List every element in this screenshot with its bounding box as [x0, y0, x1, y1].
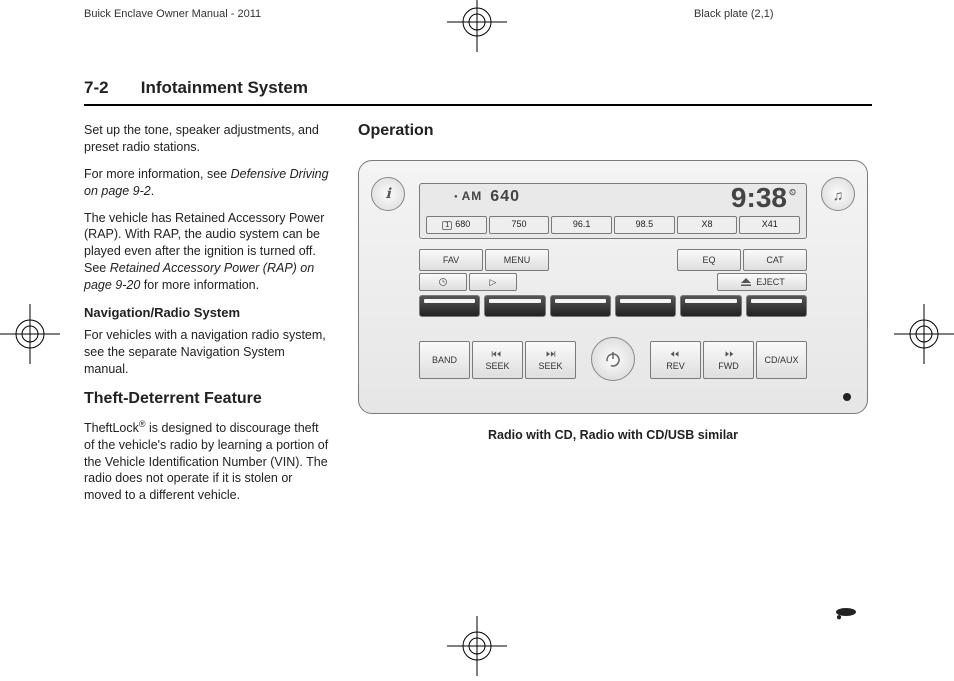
- paragraph-defensive: For more information, see Defensive Driv…: [84, 166, 332, 200]
- preset-button-6: [746, 295, 807, 317]
- band-button: BAND: [419, 341, 470, 379]
- tone-knob: ♫: [821, 177, 855, 211]
- preset-6: X41: [739, 216, 800, 234]
- button-row-1: FAV MENU EQ CAT: [419, 249, 807, 271]
- preset-5: X8: [677, 216, 738, 234]
- preset-button-3: [550, 295, 611, 317]
- page-header: 7-2 Infotainment System: [84, 78, 872, 106]
- page-number: 7-2: [84, 78, 136, 98]
- fwd-button: FWD: [703, 341, 754, 379]
- eject-button: EJECT: [717, 273, 807, 291]
- clock-readout: 9:38⏲: [731, 182, 796, 214]
- bullet-item: ● Set up the tone, speaker adjustments, …: [84, 122, 332, 156]
- page-content: 7-2 Infotainment System ● Set up the ton…: [84, 78, 872, 628]
- menu-button: MENU: [485, 249, 549, 271]
- fav-button: FAV: [419, 249, 483, 271]
- frequency-value: 640: [490, 188, 520, 205]
- preset-2: 750: [489, 216, 550, 234]
- eject-icon: [739, 277, 753, 287]
- fwd-icon: [722, 349, 736, 359]
- figure-caption: Radio with CD, Radio with CD/USB similar: [358, 428, 868, 442]
- cd-slot: [551, 249, 675, 271]
- heading-operation: Operation: [358, 122, 868, 140]
- paragraph-theft: TheftLock® is designed to discourage the…: [84, 418, 332, 505]
- paragraph-rap: The vehicle has Retained Accessory Power…: [84, 210, 332, 294]
- manual-title: Buick Enclave Owner Manual - 2011: [84, 8, 261, 20]
- power-icon: [604, 350, 622, 368]
- rev-icon: [668, 349, 682, 359]
- power-volume-knob: [591, 337, 635, 381]
- time-suffix-icon: ⏲: [789, 187, 796, 197]
- preset-button-1: [419, 295, 480, 317]
- bullet-text: Set up the tone, speaker adjustments, an…: [84, 122, 332, 156]
- preset-strip: 680 750 96.1 98.5 X8 X41: [426, 216, 800, 234]
- rev-button: REV: [650, 341, 701, 379]
- registration-mark-top: [447, 0, 507, 52]
- cat-button: CAT: [743, 249, 807, 271]
- play-button: ▷: [469, 273, 517, 291]
- seek-prev-icon: [490, 349, 504, 359]
- clock-button: [419, 273, 467, 291]
- clock-icon: [436, 277, 450, 287]
- preset-1: 680: [426, 216, 487, 234]
- left-column: ● Set up the tone, speaker adjustments, …: [84, 122, 332, 514]
- radio-faceplate: ℹ ♫ AM 640 9:38⏲ 680 750 96.1: [358, 160, 868, 414]
- cd-aux-button: CD/AUX: [756, 341, 807, 379]
- band-indicator: AM: [454, 189, 482, 203]
- preset-button-2: [484, 295, 545, 317]
- preset-button-4: [615, 295, 676, 317]
- preset-button-5: [680, 295, 741, 317]
- paragraph-nav: For vehicles with a navigation radio sys…: [84, 327, 332, 378]
- plate-label: Black plate (2,1): [694, 8, 773, 20]
- eq-button: EQ: [677, 249, 741, 271]
- button-row-1b: ▷ EJECT: [419, 273, 807, 291]
- info-knob: ℹ: [371, 177, 405, 211]
- preset-button-row: [419, 295, 807, 317]
- heading-nav-radio: Navigation/Radio System: [84, 304, 332, 322]
- registration-mark-right: [894, 304, 954, 364]
- frequency-readout: AM 640: [454, 188, 520, 206]
- radio-display: AM 640 9:38⏲ 680 750 96.1 98.5 X8 X41: [419, 183, 807, 239]
- seek-next-icon: [543, 349, 557, 359]
- play-icon: ▷: [490, 277, 497, 288]
- ir-sensor-icon: [843, 393, 851, 401]
- seek-prev-button: SEEK: [472, 341, 523, 379]
- preset-4: 98.5: [614, 216, 675, 234]
- seek-next-button: SEEK: [525, 341, 576, 379]
- registration-mark-left: [0, 304, 60, 364]
- chapter-title: Infotainment System: [141, 78, 308, 97]
- bullet-dot-icon: ●: [836, 608, 856, 616]
- heading-theft: Theft-Deterrent Feature: [84, 388, 332, 410]
- radio-illustration: ℹ ♫ AM 640 9:38⏲ 680 750 96.1: [358, 160, 868, 442]
- right-column: Operation ℹ ♫ AM 640 9:38⏲ 680: [358, 122, 868, 514]
- preset-3: 96.1: [551, 216, 612, 234]
